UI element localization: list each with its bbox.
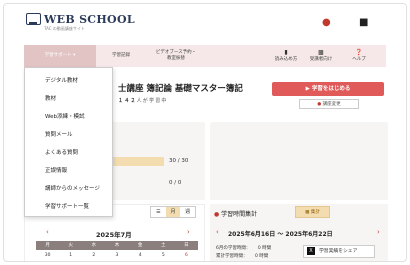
month-view-button[interactable]: 月: [165, 207, 181, 217]
nav-study-support-label: 学習サポート ▾: [44, 53, 76, 59]
nav-video-booth[interactable]: ビデオブース予約・ 教室振替: [144, 45, 208, 67]
share-results-label: 学習実績をシェア: [319, 249, 358, 254]
site-header: WEB SCHOOL TAC の動画講座サイト ● ■: [4, 4, 406, 42]
monthly-study-time: 6月の学習時間： 0 時間: [216, 245, 271, 251]
monthly-study-time-label: 6月の学習時間：: [216, 246, 251, 251]
monthly-study-time-value: 0 時間: [257, 246, 272, 251]
weekday-thu: 木: [114, 243, 120, 248]
menu-item-support-list[interactable]: 学習サポート一覧: [45, 202, 89, 210]
menu-item-materials[interactable]: 教材: [45, 94, 56, 102]
calendar-day[interactable]: 1: [59, 251, 82, 260]
learner-count-number: １４２: [118, 98, 137, 104]
nav-reading[interactable]: ▮ 読み込め方: [272, 45, 300, 67]
main-nav: 学習サポート ▾ 学習記録 ビデオブース予約・ 教室振替 ▮ 読み込め方 ▩ 受…: [24, 45, 386, 67]
calendar-day[interactable]: 4: [129, 251, 152, 260]
calendar-weekday-header: 月 火 水 木 金 土 日: [36, 241, 198, 250]
weekday-wed: 水: [91, 243, 97, 248]
stats-aggregate-label: 集計: [310, 210, 320, 215]
learner-count-suffix: 人が学習中: [136, 98, 168, 104]
calendar-prev-button[interactable]: ‹: [46, 228, 49, 236]
change-course-button[interactable]: ● 講座変更: [299, 99, 359, 109]
list-view-icon[interactable]: ☰: [151, 207, 166, 217]
truck-icon: ▩: [318, 49, 324, 57]
nav-for-students-label: 受講者向け: [309, 56, 333, 62]
start-learning-label: 学習をはじめる: [311, 86, 351, 92]
weekday-fri: 金: [137, 243, 143, 248]
menu-item-question-mail[interactable]: 質問メール: [45, 130, 73, 138]
stats-title-label: 学習時間集計: [221, 211, 258, 218]
calendar-next-button[interactable]: ›: [187, 228, 190, 236]
nav-reading-label: 読み込め方: [274, 56, 298, 62]
app-window: WEB SCHOOL TAC の動画講座サイト ● ■ 学習サポート ▾ 学習記…: [3, 3, 407, 262]
info-panel: [210, 122, 388, 200]
calendar-week-row: 30 1 2 3 4 5 6: [36, 251, 198, 260]
logo-icon: [26, 13, 41, 25]
weekday-mon: 月: [45, 243, 50, 248]
logo-text[interactable]: WEB SCHOOL: [44, 13, 135, 26]
progress-bar-fill: [112, 157, 164, 166]
book-icon: ▮: [284, 49, 288, 57]
total-study-time-label: 累計学習時間：: [216, 254, 248, 259]
weekday-tue: 火: [68, 243, 73, 248]
start-learning-button[interactable]: ▶ 学習をはじめる: [272, 82, 384, 96]
x-logo-icon: X: [307, 246, 315, 255]
menu-item-web-tests[interactable]: Web添練・模試: [45, 112, 85, 120]
help-icon: ❓: [355, 49, 363, 57]
nav-help-label: ヘルプ: [352, 56, 366, 62]
study-time-stats-title: ● 学習時間集計: [214, 209, 257, 218]
calendar-day[interactable]: 2: [82, 251, 105, 260]
study-support-dropdown: デジタル教材 教材 Web添練・模試 質問メール よくある質問 正誤情報 講師か…: [24, 67, 113, 217]
week-view-button[interactable]: 週: [180, 207, 195, 217]
calendar-day[interactable]: 5: [152, 251, 175, 260]
logo-subtitle: TAC の動画講座サイト: [44, 26, 85, 31]
nav-help[interactable]: ❓ ヘルプ: [346, 45, 372, 67]
calendar-day[interactable]: 30: [36, 251, 59, 260]
calendar-day[interactable]: 6: [175, 251, 198, 260]
nav-study-record[interactable]: 学習記録: [100, 45, 142, 67]
menu-item-errata[interactable]: 正誤情報: [45, 166, 67, 174]
menu-item-faq[interactable]: よくある質問: [45, 148, 78, 156]
share-results-button[interactable]: X 学習実績をシェア: [303, 245, 375, 258]
week-next-button[interactable]: ›: [377, 228, 380, 236]
menu-item-digital-materials[interactable]: デジタル教材: [45, 76, 78, 84]
calendar-day[interactable]: 3: [105, 251, 128, 260]
menu-item-instructor-messages[interactable]: 講師からのメッセージ: [45, 184, 100, 192]
calendar-view-toggle[interactable]: ☰ 月 週: [150, 206, 196, 218]
course-learner-count: １４２人が学習中: [118, 97, 168, 104]
bell-icon[interactable]: ●: [322, 17, 331, 28]
user-icon[interactable]: ■: [359, 17, 368, 28]
change-course-label: 講座変更: [322, 102, 341, 107]
calendar-month-label: 2025年7月: [96, 231, 132, 239]
nav-for-students[interactable]: ▩ 受講者向け: [306, 45, 336, 67]
week-range-label: 2025年6月16日 ～ 2025年6月22日: [228, 231, 333, 238]
progress-row2-value: 0 / 0: [169, 180, 182, 186]
total-study-time: 累計学習時間： 0 時間: [216, 253, 268, 259]
course-title: 士講座 簿記論 基礎マスター簿記: [118, 84, 243, 94]
nav-classroom-transfer-label: 教室振替: [167, 56, 185, 61]
stats-aggregate-button[interactable]: ▩ 集計: [295, 206, 330, 218]
weekday-sat: 土: [161, 243, 166, 248]
total-study-time-value: 0 時間: [254, 254, 269, 259]
progress-row1-value: 30 / 30: [169, 158, 189, 164]
nav-study-record-label: 学習記録: [112, 53, 130, 59]
nav-study-support[interactable]: 学習サポート ▾: [24, 45, 96, 67]
week-prev-button[interactable]: ‹: [216, 228, 219, 236]
weekday-sun: 日: [184, 243, 189, 248]
